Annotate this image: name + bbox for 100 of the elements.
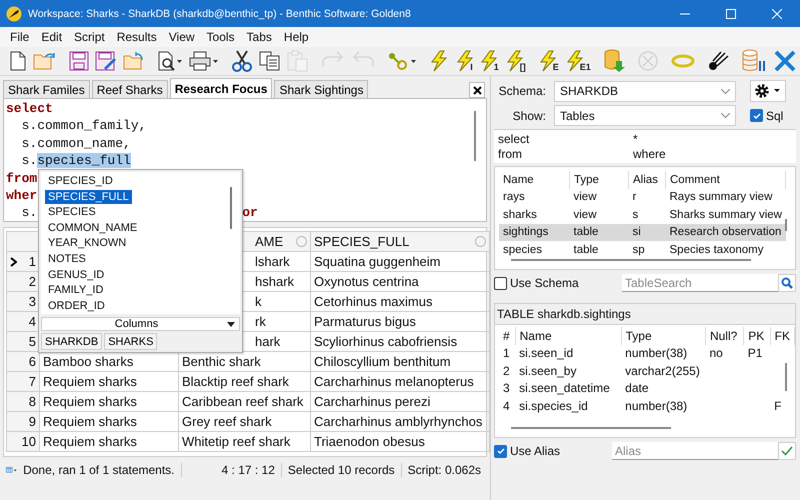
- table-cell: lshark: [255, 254, 290, 269]
- sql-keyword[interactable]: from: [498, 146, 633, 161]
- sql-keyword[interactable]: where: [633, 146, 792, 161]
- column-header[interactable]: Comment: [670, 174, 720, 186]
- row-number: 4: [28, 314, 36, 329]
- row-number: 2: [28, 274, 36, 289]
- column-header[interactable]: #: [503, 328, 510, 343]
- editor-tab[interactable]: Shark Familes: [3, 80, 90, 98]
- sql-keyword[interactable]: select: [498, 132, 633, 146]
- table-cell: table: [574, 226, 598, 238]
- object-row[interactable]: rays view r Rays summary view: [499, 188, 786, 206]
- autocomplete-item[interactable]: COMMON_NAME: [45, 220, 140, 235]
- table-cell: si.species_id: [519, 398, 588, 413]
- show-select[interactable]: Tables: [554, 105, 736, 126]
- table-cell: Grey reef shark: [182, 414, 272, 429]
- menu-item[interactable]: Results: [110, 28, 163, 46]
- sql-keyword[interactable]: *: [633, 132, 792, 146]
- table-cell: Triaenodon obesus: [314, 434, 425, 449]
- show-label: Show:: [512, 108, 546, 122]
- table-cell: Oxynotus centrina: [314, 274, 419, 289]
- menu-item[interactable]: Edit: [35, 28, 68, 46]
- menu-item[interactable]: Script: [68, 28, 111, 46]
- row-number: 6: [28, 354, 36, 369]
- editor-tab[interactable]: Shark Sightings: [274, 80, 368, 98]
- search-button[interactable]: [778, 274, 796, 292]
- autocomplete-item[interactable]: NOTES: [45, 252, 89, 266]
- use-schema-checkbox[interactable]: [494, 276, 507, 290]
- maximize-icon[interactable]: [726, 8, 736, 18]
- table-cell: 4: [503, 398, 510, 413]
- column-header[interactable]: Name: [520, 328, 552, 343]
- autocomplete-item[interactable]: ORDER_ID: [45, 298, 108, 313]
- run-button[interactable]: E: [534, 48, 562, 74]
- gear-icon: [754, 83, 782, 99]
- table-cell: r: [632, 191, 636, 204]
- object-row[interactable]: sightings table si Research observation: [499, 224, 786, 241]
- table-cell: number(38): [625, 346, 688, 360]
- schema-tab[interactable]: SHARKS: [104, 333, 158, 350]
- use-schema-label: Use Schema: [510, 276, 579, 290]
- column-header[interactable]: Name: [503, 174, 534, 186]
- table-cell: Caribbean reef shark: [182, 394, 304, 409]
- column-header[interactable]: AME: [255, 234, 284, 249]
- column-header[interactable]: Alias: [633, 174, 658, 186]
- run-button[interactable]: E1: [562, 48, 594, 74]
- table-cell: table: [574, 244, 598, 256]
- editor-tab[interactable]: Reef Sharks: [92, 80, 168, 98]
- table-cell: Scyliorhinus cabofriensis: [314, 334, 458, 349]
- menu-item[interactable]: View: [162, 28, 201, 46]
- table-cell: Cetorhinus maximus: [314, 294, 432, 309]
- sql-label: Sql: [766, 108, 784, 122]
- schema-tab[interactable]: SHARKDB: [41, 333, 102, 350]
- settings-button[interactable]: [750, 80, 786, 102]
- column-header[interactable]: Type: [626, 328, 652, 343]
- autocomplete-item[interactable]: SPECIES: [45, 205, 99, 220]
- table-cell: date: [625, 381, 648, 396]
- search-icon: [781, 277, 793, 289]
- selection-count: Selected 10 records: [280, 463, 401, 477]
- object-row[interactable]: sharks view s Sharks summary view: [499, 206, 786, 224]
- table-cell: 3: [503, 381, 510, 396]
- editor-tab[interactable]: Research Focus: [170, 78, 272, 98]
- table-cell: si.seen_datetime: [519, 381, 610, 396]
- window-title: Workspace: Sharks - SharkDB (sharkdb@benthic_tp) - Benthic Software: Golden8: [28, 8, 411, 20]
- code-text: s.common_family,: [20, 118, 146, 134]
- menu-item[interactable]: Tools: [200, 28, 241, 46]
- table-cell: Carcharhinus perezi: [314, 394, 430, 409]
- autocomplete-item[interactable]: YEAR_KNOWN: [45, 236, 130, 250]
- menu-item[interactable]: Tabs: [240, 28, 278, 46]
- alias-field[interactable]: Alias: [612, 442, 778, 460]
- check-icon: [496, 446, 506, 456]
- columns-dropdown[interactable]: Columns: [41, 317, 240, 331]
- code-text: s.common_name,: [20, 136, 131, 151]
- table-cell: si: [632, 226, 641, 238]
- column-header[interactable]: Null?: [710, 328, 738, 343]
- row-number: 1: [28, 254, 36, 269]
- table-cell: Carcharhinus amblyrhynchos: [314, 414, 482, 429]
- column-header[interactable]: PK: [748, 328, 764, 343]
- autocomplete-item[interactable]: GENUS_ID: [45, 268, 108, 282]
- menu-item[interactable]: Help: [278, 28, 315, 46]
- close-icon[interactable]: [772, 8, 782, 18]
- run-button[interactable]: []: [502, 48, 529, 74]
- script-timing: Script: 0.062s: [400, 463, 487, 477]
- autocomplete-item[interactable]: SPECIES_ID: [45, 174, 116, 188]
- column-header[interactable]: Type: [574, 174, 599, 186]
- use-alias-checkbox[interactable]: [494, 444, 507, 458]
- close-tab-button[interactable]: [469, 82, 485, 98]
- code-text: wher: [6, 188, 38, 203]
- table-cell: Requiem sharks: [43, 374, 137, 389]
- object-row[interactable]: species table sp Species taxonomy: [499, 241, 786, 258]
- column-header[interactable]: FK: [774, 328, 790, 343]
- autocomplete-item[interactable]: SPECIES_FULL: [45, 190, 132, 204]
- table-search-field[interactable]: TableSearch: [622, 274, 778, 292]
- apply-button[interactable]: [778, 442, 796, 460]
- row-number: 3: [28, 294, 36, 309]
- schema-select[interactable]: SHARKDB: [554, 80, 736, 102]
- table-cell: number(38): [625, 398, 688, 413]
- table-cell: view: [574, 191, 597, 204]
- code-text: species_full: [37, 153, 131, 168]
- table-cell: si.seen_id: [519, 346, 574, 360]
- autocomplete-item[interactable]: FAMILY_ID: [45, 283, 106, 298]
- menu-item[interactable]: File: [4, 28, 36, 46]
- sql-checkbox[interactable]: [750, 109, 763, 122]
